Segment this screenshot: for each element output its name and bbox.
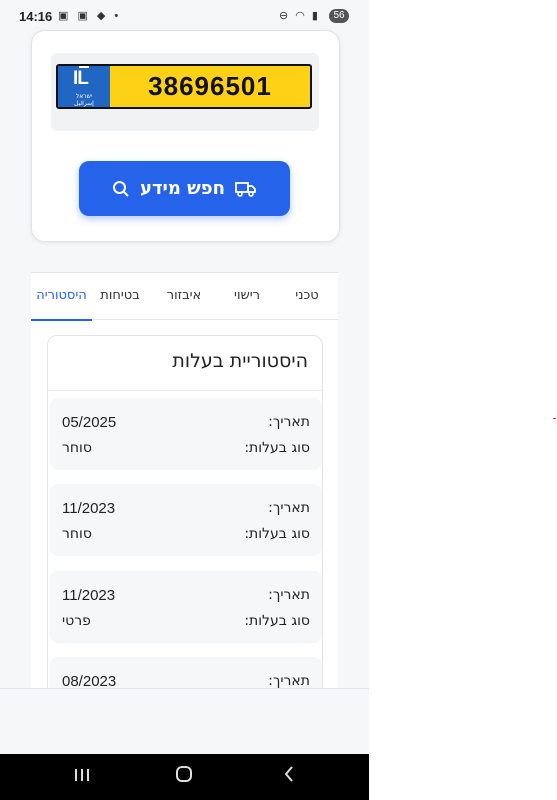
system-nav-bar xyxy=(0,754,369,800)
date-label: תאריך: xyxy=(268,500,310,516)
history-entry: תאריך: 11/2023 סוג בעלות: סוחר xyxy=(50,484,322,556)
battery-icon: 56 xyxy=(329,9,349,23)
israel-flag-panel: IL ישראל إسرائيل xyxy=(58,66,110,107)
ownership-history-card: היסטוריית בעלות תאריך: 05/2025 סוג בעלות… xyxy=(47,335,323,729)
history-entry: תאריך: 11/2023 סוג בעלות: פרטי xyxy=(50,571,322,643)
divider xyxy=(48,390,322,391)
owner-type-label: סוג בעלות: xyxy=(244,440,310,456)
license-plate[interactable]: IL ישראל إسرائيل 38696501 xyxy=(56,64,312,109)
truck-icon xyxy=(235,181,256,197)
notification-icons: ▣ ▣ ◆ • xyxy=(58,10,122,22)
status-time: 14:16 xyxy=(19,9,53,24)
phone-screen: 14:16 ▣ ▣ ◆ • ⊖ ◠ ▮ 56 IL ישראל إسرائيل … xyxy=(0,0,369,800)
plate-search-card: IL ישראל إسرائيل 38696501 חפש מידע xyxy=(31,30,340,242)
country-code: IL xyxy=(73,68,89,89)
search-icon xyxy=(112,180,129,197)
country-name-arabic: إسرائيل xyxy=(74,100,94,107)
details-panel: טכני רישוי איבזור בטיחות היסטוריה היסטור… xyxy=(31,272,338,729)
home-icon[interactable] xyxy=(169,765,199,789)
date-label: תאריך: xyxy=(268,587,310,603)
history-entry: תאריך: 05/2025 סוג בעלות: סוחר xyxy=(50,398,322,470)
plate-number[interactable]: 38696501 xyxy=(110,66,310,107)
bottom-bar xyxy=(0,688,369,755)
tab-equipment[interactable]: איבזור xyxy=(154,273,214,319)
stray-dot xyxy=(553,418,556,419)
date-label: תאריך: xyxy=(268,414,310,430)
tab-history[interactable]: היסטוריה xyxy=(31,273,92,321)
tab-licensing[interactable]: רישוי xyxy=(220,273,274,319)
date-value: 05/2025 xyxy=(62,414,117,431)
search-button-label: חפש מידע xyxy=(139,178,226,199)
owner-type-value: סוחר xyxy=(62,440,92,456)
signal-icons: ⊖ ◠ ▮ xyxy=(279,10,320,22)
search-info-button[interactable]: חפש מידע xyxy=(79,161,290,216)
plate-input-area[interactable]: IL ישראל إسرائيل 38696501 xyxy=(51,53,319,131)
owner-type-label: סוג בעלות: xyxy=(244,526,310,542)
history-title: היסטוריית בעלות xyxy=(172,350,308,372)
country-name-hebrew: ישראל xyxy=(75,93,93,100)
owner-type-label: סוג בעלות: xyxy=(244,613,310,629)
tab-bar: טכני רישוי איבזור בטיחות היסטוריה xyxy=(31,273,338,321)
date-value: 11/2023 xyxy=(62,500,116,517)
back-icon[interactable] xyxy=(274,765,304,789)
tab-safety[interactable]: בטיחות xyxy=(92,273,148,319)
recent-apps-icon[interactable] xyxy=(67,765,97,789)
owner-type-value: סוחר xyxy=(62,526,92,542)
owner-type-value: פרטי xyxy=(62,613,91,629)
date-value: 11/2023 xyxy=(62,587,116,604)
status-bar: 14:16 ▣ ▣ ◆ • ⊖ ◠ ▮ 56 xyxy=(0,0,369,34)
tab-technical[interactable]: טכני xyxy=(280,273,334,319)
